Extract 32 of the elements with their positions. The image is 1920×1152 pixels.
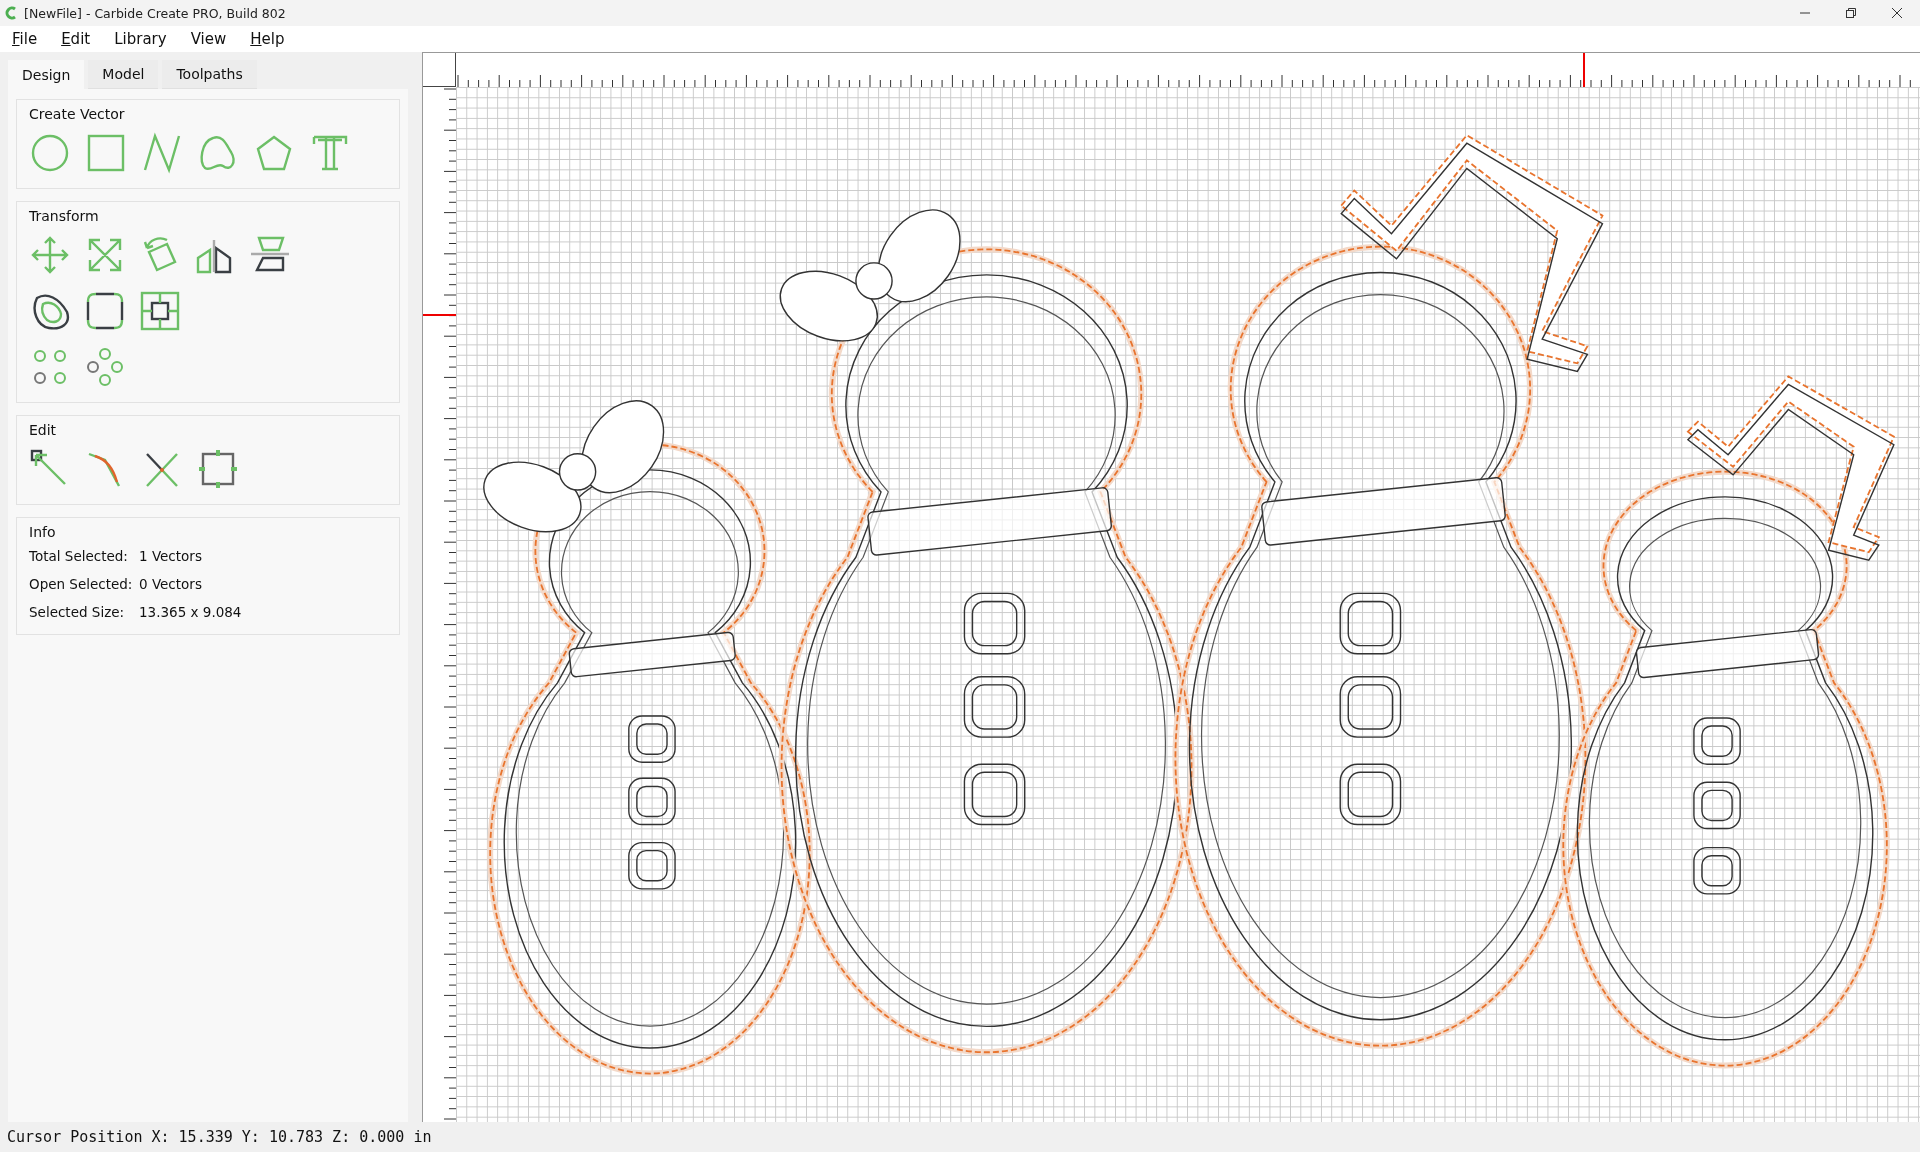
rectangle-tool-icon[interactable] <box>85 132 127 174</box>
info-value: 0 Vectors <box>139 576 202 592</box>
group-title: Transform <box>29 208 100 224</box>
close-icon[interactable] <box>1891 7 1903 19</box>
tab[interactable]: Design <box>8 60 85 89</box>
info-value: 1 Vectors <box>139 548 202 564</box>
move-icon[interactable] <box>29 234 71 276</box>
info-label: Open Selected: <box>29 576 134 592</box>
menu-item[interactable]: View <box>182 30 235 48</box>
info-value: 13.365 x 9.084 <box>139 604 242 620</box>
menu-item[interactable]: Edit <box>53 30 99 48</box>
group-title: Info <box>29 524 57 540</box>
align-icon[interactable] <box>139 290 181 332</box>
polyline-tool-icon[interactable] <box>141 132 183 174</box>
menu-item[interactable]: Help <box>242 30 293 48</box>
info-label: Selected Size: <box>29 604 126 620</box>
circle-tool-icon[interactable] <box>29 132 71 174</box>
fillet-icon[interactable] <box>84 290 126 332</box>
menu-item[interactable]: Library <box>106 30 175 48</box>
restore-icon[interactable] <box>1845 7 1857 19</box>
menu-item[interactable]: File <box>4 30 46 48</box>
bounding-box-icon[interactable] <box>197 448 239 490</box>
cursor-position-text: Cursor Position X: 15.339 Y: 10.783 Z: 0.000 in <box>6 1127 433 1148</box>
group-title: Edit <box>29 422 58 438</box>
group-title: Create Vector <box>29 106 126 122</box>
window-title: [NewFile] - Carbide Create PRO, Build 802 <box>24 5 287 21</box>
app-logo-icon <box>4 6 18 20</box>
info-label: Total Selected: <box>29 548 129 564</box>
tab[interactable]: Toolpaths <box>162 60 257 89</box>
design-canvas[interactable] <box>456 87 1920 1122</box>
circular-array-icon[interactable] <box>84 346 126 388</box>
tab[interactable]: Model <box>88 60 159 89</box>
